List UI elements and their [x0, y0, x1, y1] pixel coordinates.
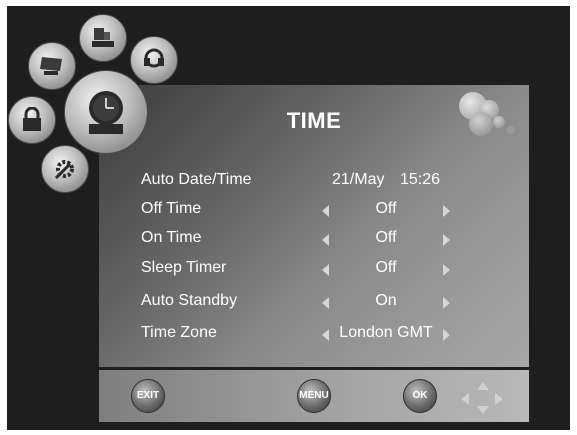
row-label: Sleep Timer: [141, 259, 227, 276]
channel-icon[interactable]: [79, 14, 127, 62]
row-value: Off: [375, 259, 397, 276]
row-label: On Time: [141, 229, 202, 246]
arrow-left-icon[interactable]: [322, 264, 329, 276]
picture-icon[interactable]: [28, 42, 76, 90]
ok-button[interactable]: OK: [403, 379, 437, 413]
row-label: Off Time: [141, 200, 202, 217]
menu-row-off-time[interactable]: Off Time Off: [0, 200, 577, 224]
clock-icon[interactable]: [64, 70, 148, 154]
row-value: Off: [375, 200, 397, 217]
arrow-right-icon[interactable]: [443, 264, 450, 276]
arrow-left-icon[interactable]: [322, 297, 329, 309]
row-value: On: [375, 292, 397, 309]
lock-icon[interactable]: [8, 96, 56, 144]
arrow-left-icon[interactable]: [322, 205, 329, 217]
menu-row-auto-date-time[interactable]: Auto Date/Time 21/May 15:26: [0, 171, 577, 195]
menu-row-auto-standby[interactable]: Auto Standby On: [0, 292, 577, 316]
exit-button[interactable]: EXIT: [131, 379, 165, 413]
menu-row-on-time[interactable]: On Time Off: [0, 229, 577, 253]
time-value: 15:26: [400, 171, 441, 188]
row-label: Auto Standby: [141, 292, 238, 309]
sound-icon[interactable]: [130, 36, 178, 84]
row-value: Off: [375, 229, 397, 246]
arrow-right-icon[interactable]: [443, 329, 450, 341]
menu-row-time-zone[interactable]: Time Zone London GMT: [0, 324, 577, 348]
arrow-left-icon[interactable]: [322, 234, 329, 246]
arrow-left-icon[interactable]: [322, 329, 329, 341]
row-label: Auto Date/Time: [141, 171, 252, 188]
arrow-right-icon[interactable]: [443, 297, 450, 309]
menu-button[interactable]: MENU: [297, 379, 331, 413]
date-value: 21/May: [332, 171, 385, 188]
arrow-right-icon[interactable]: [443, 205, 450, 217]
menu-row-sleep-timer[interactable]: Sleep Timer Off: [0, 259, 577, 283]
row-value: London GMT: [339, 324, 433, 341]
row-label: Time Zone: [141, 324, 217, 341]
navigation-arrows-icon[interactable]: [455, 382, 511, 416]
arrow-right-icon[interactable]: [443, 234, 450, 246]
